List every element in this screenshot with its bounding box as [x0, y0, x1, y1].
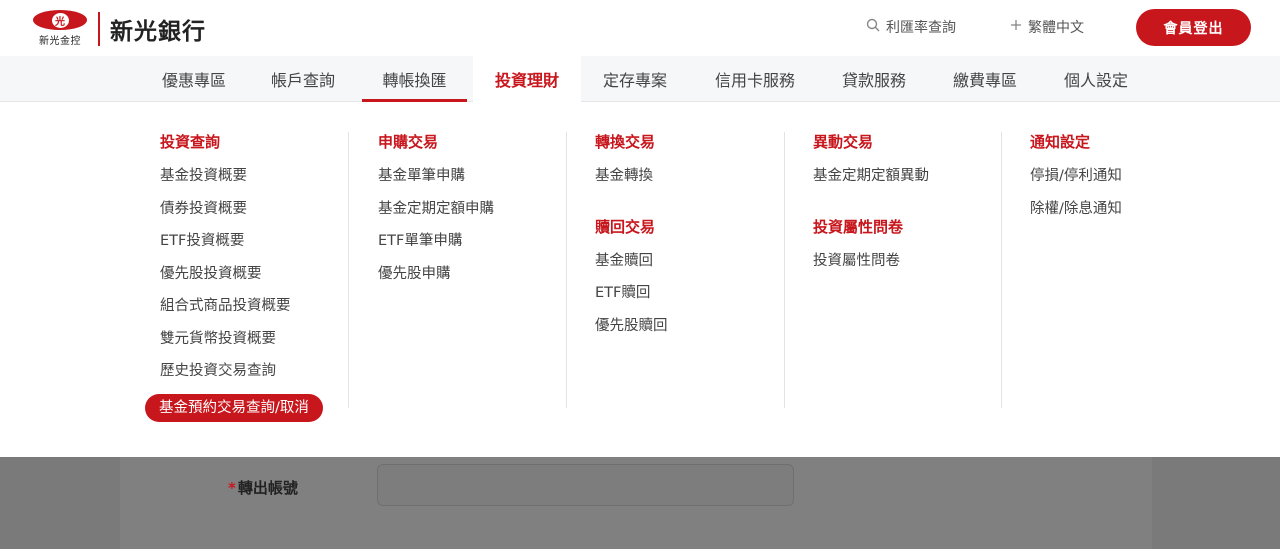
menu-link-fund-regular-change[interactable]: 基金定期定額異動 — [813, 166, 929, 199]
nav-item-credit-card[interactable]: 信用卡服務 — [700, 56, 810, 102]
section-title-change: 異動交易 — [813, 133, 874, 151]
menu-link-bond-overview[interactable]: 債券投資概要 — [160, 199, 323, 232]
menu-link-etf-single-subscription[interactable]: ETF單筆申購 — [378, 231, 494, 264]
nav-item-payments[interactable]: 繳費專區 — [940, 56, 1030, 102]
nav-item-account-query[interactable]: 帳戶查詢 — [259, 56, 347, 102]
menu-link-fund-reservation-query[interactable]: 基金預約交易查詢/取消 — [145, 393, 323, 422]
language-switch[interactable]: 繁體中文 — [1010, 17, 1084, 37]
nav-item-investment[interactable]: 投資理財 — [473, 56, 581, 102]
holding-name: 新光金控 — [39, 36, 81, 47]
rate-query-label: 利匯率查詢 — [886, 20, 956, 36]
bank-name: 新光銀行 — [110, 18, 206, 45]
section-title-risk-questionnaire: 投資屬性問卷 — [813, 217, 904, 236]
menu-column-investment-query: 投資查詢 基金投資概要 債券投資概要 ETF投資概要 優先股投資概要 組合式商品… — [145, 132, 323, 422]
menu-link-fund-single-subscription[interactable]: 基金單筆申購 — [378, 166, 494, 199]
column-divider — [348, 132, 349, 408]
logout-button[interactable]: 會員登出 — [1136, 9, 1251, 46]
menu-link-preferred-stock-subscription[interactable]: 優先股申購 — [378, 264, 494, 297]
section-title-subscription: 申購交易 — [378, 133, 439, 151]
menu-link-dividend-notice[interactable]: 除權/除息通知 — [1030, 199, 1122, 232]
menu-link-structured-product-overview[interactable]: 組合式商品投資概要 — [160, 296, 323, 329]
rate-query-link[interactable]: 利匯率查詢 — [866, 17, 956, 37]
column-divider — [1001, 132, 1002, 408]
investment-mega-menu: 投資查詢 基金投資概要 債券投資概要 ETF投資概要 優先股投資概要 組合式商品… — [0, 102, 1280, 457]
menu-link-preferred-stock-redeem[interactable]: 優先股贖回 — [595, 316, 668, 349]
from-account-label: * 轉出帳號 — [228, 479, 298, 497]
section-title-redeem: 贖回交易 — [595, 217, 656, 236]
required-mark: * — [228, 479, 236, 497]
menu-link-risk-questionnaire[interactable]: 投資屬性問卷 — [813, 251, 929, 284]
section-title-switch: 轉換交易 — [595, 133, 656, 151]
menu-link-fund-redeem[interactable]: 基金贖回 — [595, 251, 668, 284]
menu-column-notifications: 通知設定 停損/停利通知 除權/除息通知 — [1030, 132, 1122, 231]
logo-emblem: 光 新光金控 — [32, 10, 88, 47]
menu-link-fund-regular-subscription[interactable]: 基金定期定額申購 — [378, 199, 494, 232]
column-divider — [784, 132, 785, 408]
logo-divider — [98, 11, 100, 46]
logo-oval-icon: 光 — [33, 10, 87, 30]
top-header: 光 新光金控 新光銀行 利匯率查詢 繁體中文 會員登出 — [0, 0, 1280, 56]
nav-item-personal-settings[interactable]: 個人設定 — [1052, 56, 1140, 102]
section-title-notifications: 通知設定 — [1030, 133, 1091, 151]
nav-item-promotions[interactable]: 優惠專區 — [150, 56, 238, 102]
language-label: 繁體中文 — [1028, 20, 1084, 36]
plus-icon — [1010, 19, 1022, 35]
menu-link-etf-redeem[interactable]: ETF贖回 — [595, 283, 668, 316]
from-account-select[interactable] — [377, 464, 794, 506]
menu-link-etf-overview[interactable]: ETF投資概要 — [160, 231, 323, 264]
menu-link-fund-overview[interactable]: 基金投資概要 — [160, 166, 323, 199]
menu-link-stop-loss-notice[interactable]: 停損/停利通知 — [1030, 166, 1122, 199]
nav-item-time-deposit[interactable]: 定存專案 — [590, 56, 680, 102]
search-icon — [866, 18, 880, 36]
menu-link-dual-currency-overview[interactable]: 雙元貨幣投資概要 — [160, 329, 323, 362]
section-title-investment-query: 投資查詢 — [160, 133, 221, 151]
menu-column-subscription: 申購交易 基金單筆申購 基金定期定額申購 ETF單筆申購 優先股申購 — [378, 132, 494, 296]
nav-item-loans[interactable]: 貸款服務 — [830, 56, 918, 102]
menu-link-fund-switch[interactable]: 基金轉換 — [595, 166, 668, 199]
menu-link-preferred-stock-overview[interactable]: 優先股投資概要 — [160, 264, 323, 297]
column-divider — [566, 132, 567, 408]
nav-item-transfer-exchange[interactable]: 轉帳換匯 — [362, 56, 467, 102]
menu-link-history-query[interactable]: 歷史投資交易查詢 — [160, 361, 323, 394]
menu-column-change-risk: 異動交易 基金定期定額異動 投資屬性問卷 投資屬性問卷 — [813, 132, 929, 283]
menu-column-switch-redeem: 轉換交易 基金轉換 贖回交易 基金贖回 ETF贖回 優先股贖回 — [595, 132, 668, 348]
main-nav: 優惠專區 帳戶查詢 轉帳換匯 投資理財 定存專案 信用卡服務 貸款服務 繳費專區… — [0, 56, 1280, 102]
brand-logo[interactable]: 光 新光金控 新光銀行 — [32, 10, 206, 47]
